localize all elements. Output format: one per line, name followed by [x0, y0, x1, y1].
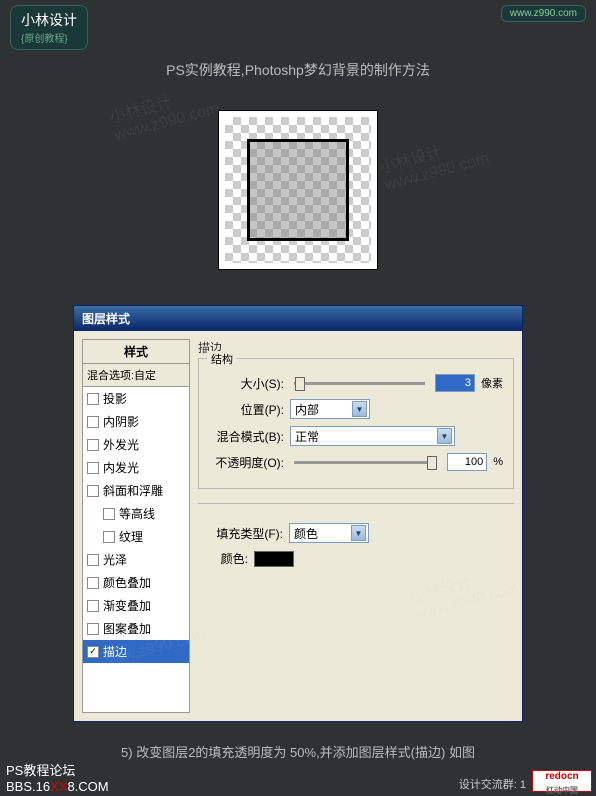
bbs-url: BBS.16XX8.COM: [6, 779, 109, 794]
style-item-label: 内发光: [103, 459, 139, 476]
style-list-header[interactable]: 样式: [83, 340, 189, 364]
style-item[interactable]: 投影: [83, 387, 189, 410]
chevron-down-icon: ▼: [437, 428, 452, 444]
opacity-input[interactable]: 100: [447, 453, 487, 471]
style-item-label: 外发光: [103, 436, 139, 453]
opacity-label: 不透明度(O):: [209, 454, 284, 471]
checkbox[interactable]: [87, 600, 99, 612]
chevron-down-icon: ▼: [351, 525, 366, 541]
dialog-titlebar[interactable]: 图层样式: [74, 306, 522, 331]
style-item-label: 图案叠加: [103, 620, 151, 637]
checkbox[interactable]: [87, 393, 99, 405]
stroked-rectangle: [247, 139, 349, 241]
step-caption: 5) 改变图层2的填充透明度为 50%,并添加图层样式(描边) 如图: [0, 742, 596, 761]
checkbox[interactable]: [87, 623, 99, 635]
checkbox[interactable]: [87, 439, 99, 451]
fill-type-label: 填充类型(F):: [208, 525, 283, 542]
layer-style-dialog: 图层样式 样式 混合选项:自定 投影内阴影外发光内发光斜面和浮雕等高线纹理光泽颜…: [73, 305, 523, 722]
style-item-label: 渐变叠加: [103, 597, 151, 614]
style-item[interactable]: 颜色叠加: [83, 571, 189, 594]
color-label: 颜色:: [208, 550, 248, 567]
blend-options-item[interactable]: 混合选项:自定: [83, 364, 189, 387]
footer: PS教程论坛 BBS.16XX8.COM 设计交流群: 1 redocn 红动中…: [0, 760, 596, 796]
qq-group: 设计交流群: 1: [459, 776, 526, 792]
page-title: PS实例教程,Photoshp梦幻背景的制作方法: [0, 60, 596, 80]
checkbox[interactable]: [103, 531, 115, 543]
preview-canvas: [218, 110, 378, 270]
style-item-label: 内阴影: [103, 413, 139, 430]
fill-type-dropdown[interactable]: 颜色 ▼: [289, 523, 369, 543]
watermark: 小林设计www.z990.com: [106, 77, 221, 145]
color-swatch[interactable]: [254, 551, 294, 567]
site-url: www.z990.com: [501, 5, 586, 22]
size-input[interactable]: 3: [435, 374, 475, 392]
style-item-label: 纹理: [119, 528, 143, 545]
style-item-label: 等高线: [119, 505, 155, 522]
style-item[interactable]: 斜面和浮雕: [83, 479, 189, 502]
forum-name: PS教程论坛: [6, 760, 109, 779]
checkbox[interactable]: [87, 485, 99, 497]
position-label: 位置(P):: [209, 401, 284, 418]
blend-mode-label: 混合模式(B):: [209, 428, 284, 445]
position-dropdown[interactable]: 内部 ▼: [290, 399, 370, 419]
style-item[interactable]: 外发光: [83, 433, 189, 456]
style-item[interactable]: 图案叠加: [83, 617, 189, 640]
checkbox[interactable]: [87, 462, 99, 474]
size-unit: 像素: [481, 375, 503, 391]
style-item[interactable]: 光泽: [83, 548, 189, 571]
style-item[interactable]: 内阴影: [83, 410, 189, 433]
checkbox[interactable]: [87, 416, 99, 428]
style-item[interactable]: 渐变叠加: [83, 594, 189, 617]
style-item-label: 光泽: [103, 551, 127, 568]
style-list: 样式 混合选项:自定 投影内阴影外发光内发光斜面和浮雕等高线纹理光泽颜色叠加渐变…: [82, 339, 190, 713]
style-item-label: 描边: [103, 643, 127, 660]
style-item-label: 颜色叠加: [103, 574, 151, 591]
watermark: 小林设计www.z990.com: [376, 127, 491, 195]
blend-mode-dropdown[interactable]: 正常 ▼: [290, 426, 455, 446]
structure-group: 结构 大小(S): 3 像素 位置(P): 内部 ▼ 混合模式(B):: [198, 358, 514, 489]
checkbox[interactable]: [87, 554, 99, 566]
transparency-checker: [225, 117, 371, 263]
size-label: 大小(S):: [209, 375, 284, 392]
style-item[interactable]: 纹理: [83, 525, 189, 548]
opacity-unit: %: [493, 456, 503, 468]
checkbox[interactable]: [87, 577, 99, 589]
logo-title: 小林设计: [21, 10, 77, 30]
style-item[interactable]: 内发光: [83, 456, 189, 479]
logo-subtitle: {原创教程}: [21, 30, 77, 45]
redocn-badge: redocn 红动中国: [532, 770, 592, 792]
chevron-down-icon: ▼: [352, 401, 367, 417]
checkbox[interactable]: [103, 508, 115, 520]
opacity-slider[interactable]: [294, 461, 437, 464]
structure-label: 结构: [207, 351, 237, 367]
size-slider[interactable]: [294, 382, 425, 385]
checkbox[interactable]: [87, 646, 99, 658]
stroke-section-label: 描边: [198, 339, 514, 356]
style-item-label: 投影: [103, 390, 127, 407]
fill-group: 填充类型(F): 颜色 ▼ 颜色:: [198, 503, 514, 584]
style-item[interactable]: 描边: [83, 640, 189, 663]
style-item[interactable]: 等高线: [83, 502, 189, 525]
style-item-label: 斜面和浮雕: [103, 482, 163, 499]
logo-badge: 小林设计 {原创教程}: [10, 5, 88, 50]
